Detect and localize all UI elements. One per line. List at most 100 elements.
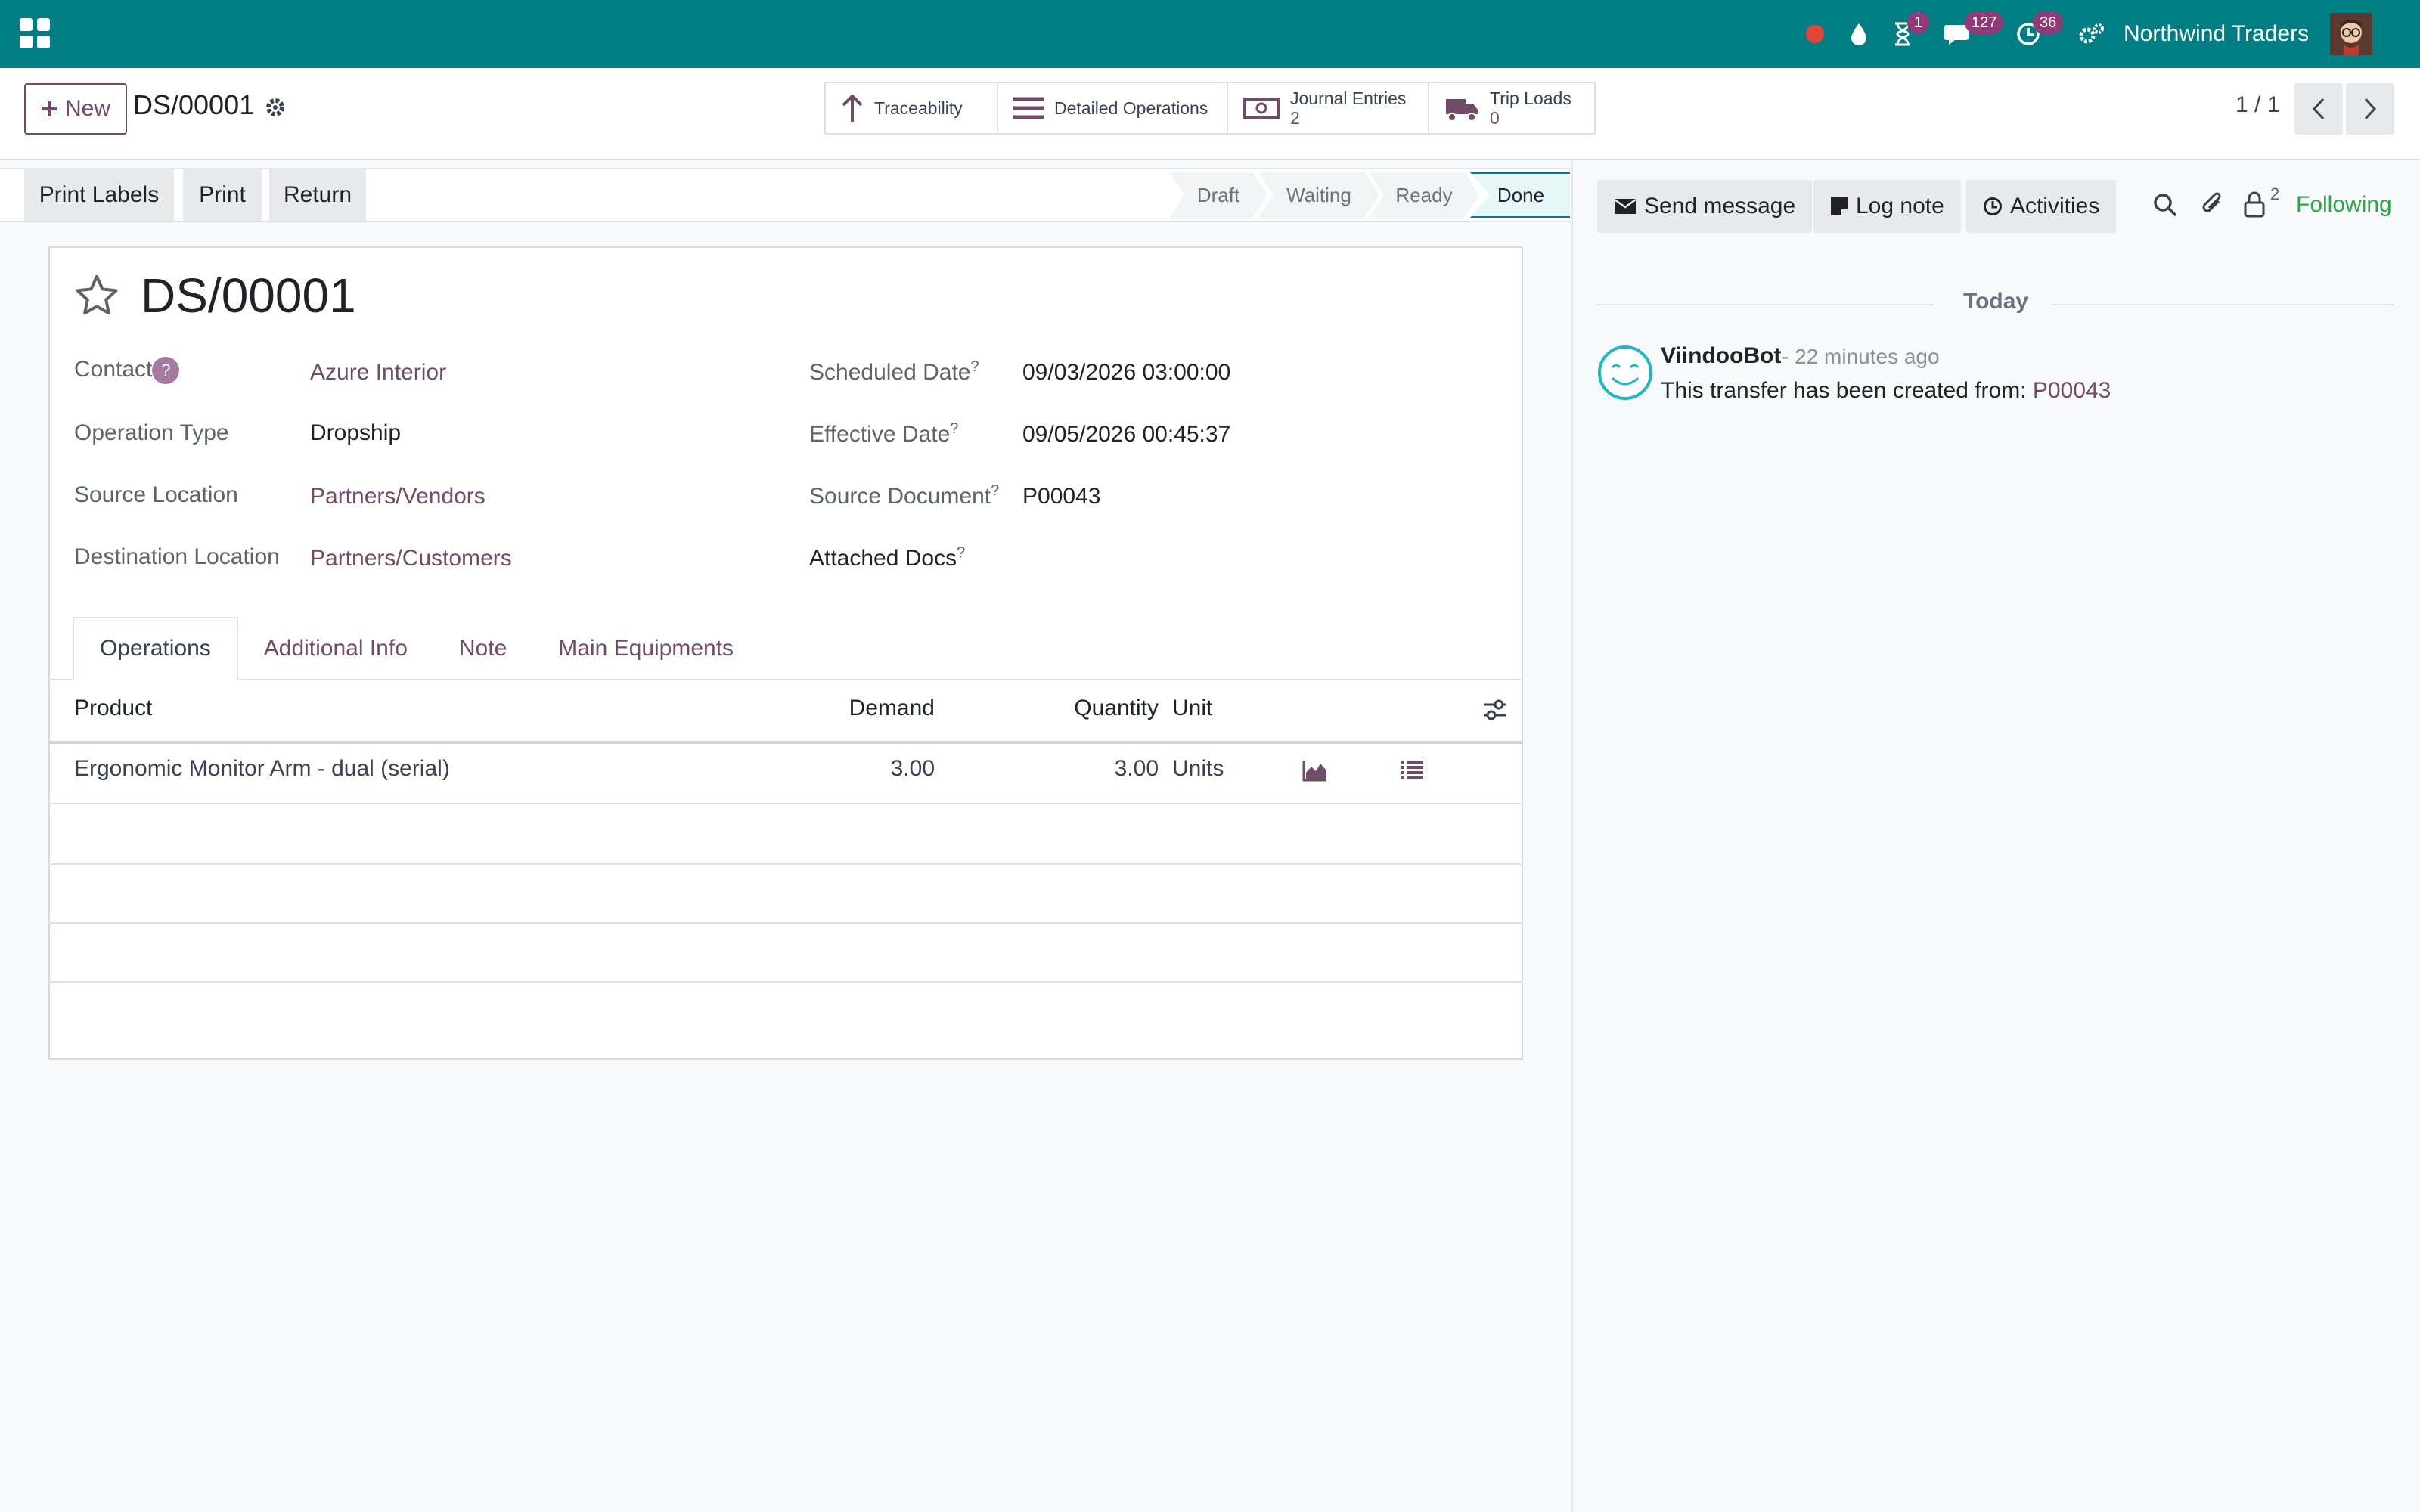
table-header-divider: [48, 741, 1523, 744]
destination-location-value[interactable]: Partners/Customers: [310, 546, 512, 572]
detailed-operations-button[interactable]: Detailed Operations: [998, 83, 1228, 133]
send-message-button[interactable]: Send message: [1597, 180, 1813, 233]
date-separator-line: [1597, 304, 1934, 305]
stage-waiting[interactable]: Waiting: [1258, 172, 1379, 218]
table-row-divider: [48, 863, 1523, 865]
stage-ready[interactable]: Ready: [1369, 172, 1479, 218]
message-body: This transfer has been created from: P00…: [1661, 378, 2111, 404]
truck-icon: [1446, 99, 1478, 122]
source-document-help-icon[interactable]: ?: [991, 482, 999, 499]
operation-type-value[interactable]: Dropship: [310, 420, 401, 446]
source-document-value[interactable]: P00043: [1022, 484, 1100, 510]
column-header-quantity[interactable]: Quantity: [1044, 696, 1159, 721]
recording-dot-icon[interactable]: [1798, 17, 1832, 51]
table-row-divider: [48, 981, 1523, 983]
source-document-label: Source Document?: [809, 482, 999, 510]
column-header-product[interactable]: Product: [74, 696, 152, 721]
table-row-divider: [48, 922, 1523, 924]
effective-date-label-text: Effective Date: [809, 422, 951, 447]
log-note-button[interactable]: Log note: [1813, 180, 1961, 233]
message-link[interactable]: P00043: [2033, 378, 2111, 403]
row-demand[interactable]: 3.00: [832, 756, 935, 782]
search-icon[interactable]: [2152, 192, 2178, 218]
gear-icon[interactable]: [263, 95, 287, 119]
trip-loads-label: Trip Loads: [1490, 88, 1571, 108]
activities-button[interactable]: Activities: [1966, 180, 2117, 233]
clock-badge: 36: [2033, 11, 2064, 34]
row-unit: Units: [1172, 756, 1224, 781]
messages-icon[interactable]: 127: [1942, 11, 2004, 51]
followers-lock-icon[interactable]: [2243, 191, 2266, 218]
new-button[interactable]: New: [24, 83, 127, 135]
source-document-label-text: Source Document: [809, 484, 991, 509]
trip-loads-button[interactable]: Trip Loads 0: [1429, 83, 1594, 133]
traceability-button[interactable]: Traceability: [826, 83, 998, 133]
tab-note[interactable]: Note: [433, 617, 532, 680]
clock-icon[interactable]: 36: [2012, 11, 2064, 51]
attached-docs-help-icon[interactable]: ?: [957, 544, 965, 561]
apps-menu-icon[interactable]: [20, 18, 50, 48]
pager-previous-button[interactable]: [2294, 83, 2343, 135]
tab-operations[interactable]: Operations: [73, 617, 238, 680]
scheduled-date-label: Scheduled Date?: [809, 358, 979, 386]
user-avatar[interactable]: [2330, 13, 2373, 55]
row-product[interactable]: Ergonomic Monitor Arm - dual (serial): [74, 756, 450, 782]
paperclip-icon[interactable]: [2201, 191, 2225, 218]
date-separator: Today: [1963, 289, 2029, 314]
settings-cogs-icon[interactable]: [2075, 17, 2108, 51]
activities-hourglass-icon[interactable]: 1: [1886, 11, 1930, 51]
messages-badge: 127: [1965, 11, 2004, 34]
forecast-chart-icon[interactable]: [1302, 759, 1328, 782]
date-separator-line: [2051, 304, 2394, 305]
smart-buttons: Traceability Detailed Operations Journal…: [824, 82, 1596, 135]
optional-columns-icon[interactable]: [1482, 699, 1508, 721]
effective-date-help-icon[interactable]: ?: [950, 420, 958, 437]
tab-additional-info[interactable]: Additional Info: [238, 617, 433, 680]
return-button[interactable]: Return: [269, 169, 366, 221]
contact-help-icon[interactable]: ?: [152, 357, 180, 384]
tab-main-equipments[interactable]: Main Equipments: [532, 617, 759, 680]
scheduled-date-value[interactable]: 09/03/2026 03:00:00: [1022, 360, 1230, 386]
company-switcher[interactable]: Northwind Traders: [2124, 21, 2309, 47]
send-message-label: Send message: [1644, 194, 1796, 218]
followers-count: 2: [2270, 184, 2280, 203]
envelope-icon: [1614, 198, 1637, 214]
journal-entries-button[interactable]: Journal Entries 2: [1228, 83, 1429, 133]
message-author[interactable]: ViindooBot: [1661, 343, 1781, 369]
pager-value[interactable]: 1 / 1: [2235, 92, 2279, 118]
attached-docs-label-text: Attached Docs: [809, 546, 957, 571]
details-list-icon[interactable]: [1399, 759, 1425, 782]
chevron-left-icon: [2312, 98, 2325, 120]
breadcrumb: DS/00001: [133, 89, 255, 120]
effective-date-value: 09/05/2026 00:45:37: [1022, 422, 1231, 447]
column-header-unit[interactable]: Unit: [1172, 696, 1212, 721]
following-button[interactable]: Following: [2296, 192, 2392, 218]
journal-entries-count: 2: [1290, 108, 1300, 128]
bars-icon: [1013, 97, 1044, 119]
effective-date-label: Effective Date?: [809, 420, 958, 448]
scheduled-date-label-text: Scheduled Date: [809, 360, 971, 385]
contact-label: Contact?: [74, 357, 180, 384]
print-button[interactable]: Print: [183, 169, 262, 221]
pager-next-button[interactable]: [2346, 83, 2394, 135]
log-note-label: Log note: [1856, 194, 1944, 218]
attached-docs-label: Attached Docs?: [809, 544, 965, 572]
source-location-value[interactable]: Partners/Vendors: [310, 484, 486, 510]
bot-avatar-icon[interactable]: [1597, 345, 1653, 401]
chatter-divider: [1571, 160, 1573, 1512]
money-icon: [1243, 98, 1280, 119]
message-timestamp: - 22 minutes ago: [1782, 345, 1940, 368]
clock-outline-icon: [1984, 197, 2002, 215]
row-quantity[interactable]: 3.00: [1044, 756, 1159, 782]
scheduled-date-help-icon[interactable]: ?: [971, 358, 979, 375]
message-text: This transfer has been created from:: [1661, 378, 2027, 403]
journal-entries-label: Journal Entries: [1290, 88, 1407, 108]
star-icon[interactable]: [74, 274, 119, 319]
contact-value[interactable]: Azure Interior: [310, 360, 446, 386]
print-labels-button[interactable]: Print Labels: [24, 169, 174, 221]
detailed-operations-label: Detailed Operations: [1054, 98, 1208, 118]
droplet-icon[interactable]: [1842, 17, 1876, 51]
notebook-tabs: Operations Additional Info Note Main Equ…: [73, 617, 759, 680]
top-navbar: 1 127 36 Northwind Traders: [0, 0, 2420, 68]
column-header-demand[interactable]: Demand: [832, 696, 935, 721]
